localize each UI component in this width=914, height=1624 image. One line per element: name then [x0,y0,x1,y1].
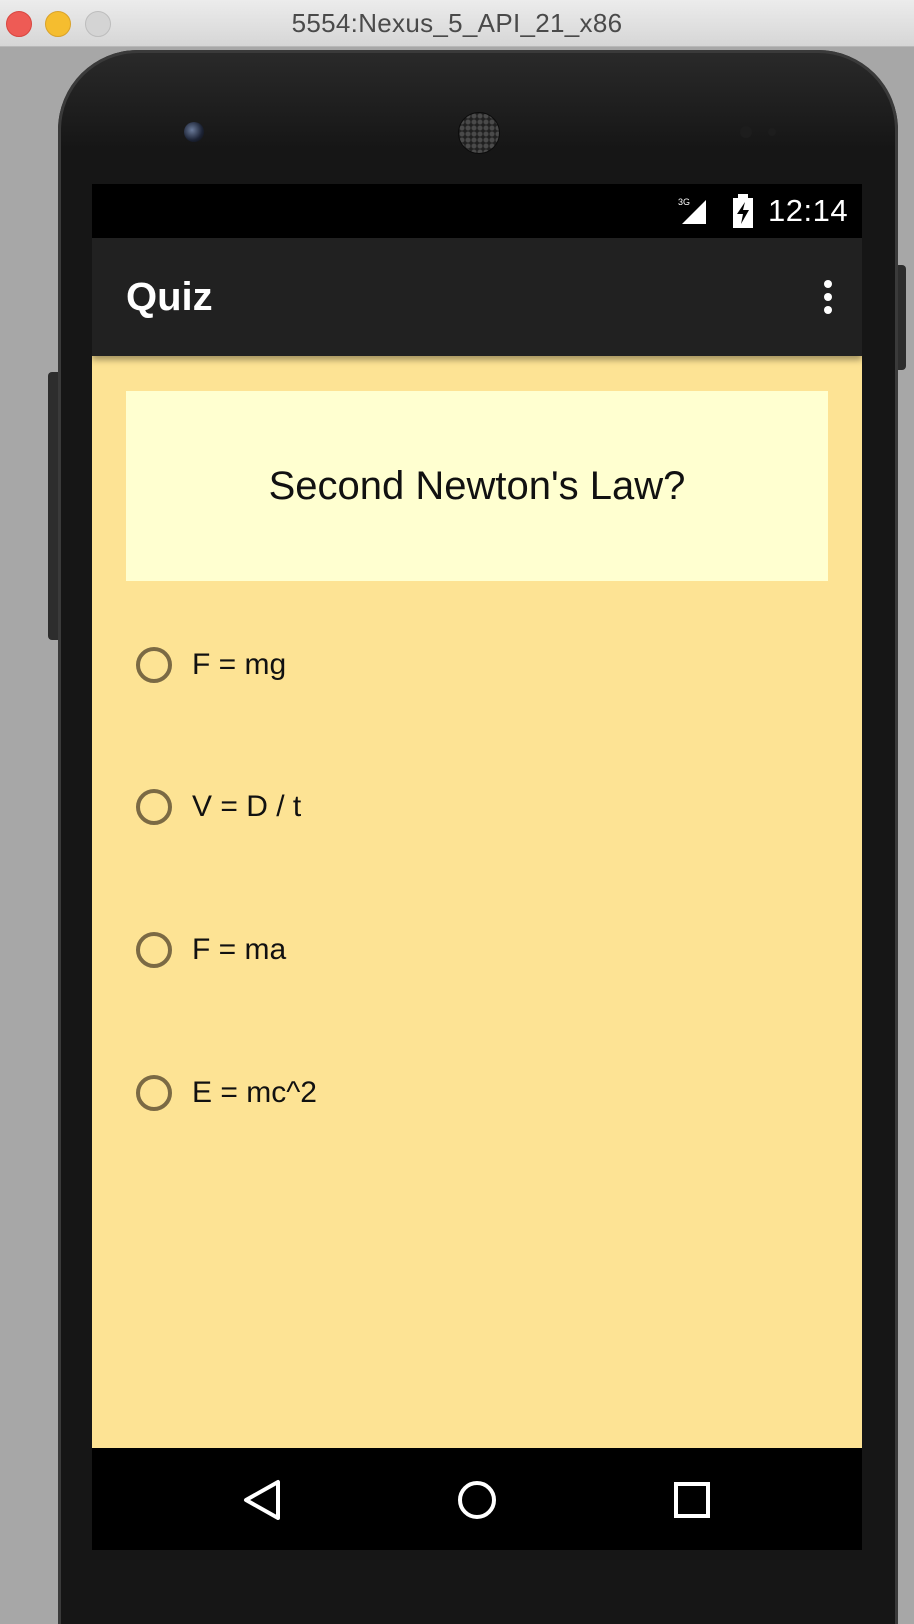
light-sensor-icon [768,128,776,136]
answer-option[interactable]: V = D / t [136,785,536,835]
answer-option[interactable]: E = mc^2 [136,1071,536,1121]
earpiece-speaker-icon [458,112,500,154]
radio-button-icon[interactable] [136,932,172,968]
more-vert-icon [824,280,832,288]
answer-option-label: E = mc^2 [192,1076,317,1109]
radio-button-icon[interactable] [136,647,172,683]
volume-button[interactable] [48,372,58,640]
answer-option-label: F = ma [192,933,287,966]
radio-button-icon[interactable] [136,789,172,825]
back-button[interactable] [238,1474,290,1526]
back-triangle-icon [244,1480,280,1520]
answer-option-label: V = D / t [192,790,302,823]
battery-charging-icon [733,194,753,228]
navigation-bar [92,1448,862,1550]
answer-option[interactable]: F = mg [136,643,536,693]
signal-3g-icon: 3G [678,197,706,224]
question-card: Second Newton's Law? [126,391,828,581]
window-titlebar: 5554:Nexus_5_API_21_x86 [0,0,914,47]
network-type-label: 3G [678,197,690,207]
home-button[interactable] [451,1474,503,1526]
question-text: Second Newton's Law? [268,464,686,508]
overflow-menu-button[interactable] [798,238,858,356]
recents-square-icon [674,1482,710,1518]
answer-option-label: F = mg [192,648,287,681]
window-title: 5554:Nexus_5_API_21_x86 [291,8,623,38]
more-vert-icon-dot [824,293,832,301]
device-screen: 3G 12:14 Quiz Second Newton's Law? F = m… [92,184,862,1550]
radio-button-icon[interactable] [136,1075,172,1111]
status-time: 12:14 [768,193,849,228]
front-camera-icon [184,122,204,142]
app-title: Quiz [126,275,213,319]
status-bar: 3G 12:14 [92,184,862,238]
proximity-sensor-icon [740,126,752,138]
home-circle-icon [458,1481,496,1519]
app-bar: Quiz [92,238,862,356]
more-vert-icon-dot [824,306,832,314]
emulator-window: 5554:Nexus_5_API_21_x86 3G 12:14 Quiz Se… [0,0,914,1624]
answer-option[interactable]: F = ma [136,928,536,978]
recents-button[interactable] [666,1474,718,1526]
